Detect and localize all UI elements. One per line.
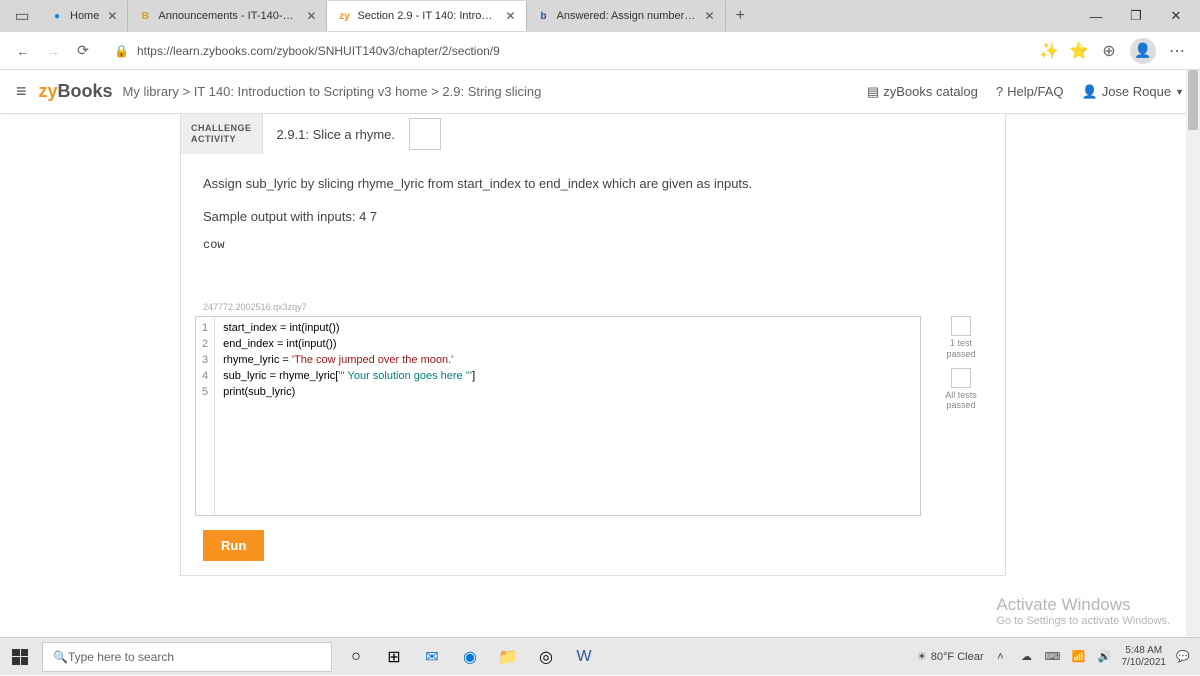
breadcrumb[interactable]: My library > IT 140: Introduction to Scr… <box>123 84 542 99</box>
zybooks-logo[interactable]: zyBooks <box>39 81 113 102</box>
tab-title: Home <box>70 10 99 22</box>
user-menu[interactable]: 👤Jose Roque▼ <box>1082 84 1185 100</box>
line-gutter: 12345 <box>196 317 215 515</box>
tab-title: Section 2.9 - IT 140: Introduction <box>357 10 497 22</box>
content-area: CHALLENGEACTIVITY 2.9.1: Slice a rhyme. … <box>0 114 1186 637</box>
challenge-title: 2.9.1: Slice a rhyme. <box>263 114 410 154</box>
tab-title: Answered: Assign number_segm <box>557 10 697 22</box>
back-button[interactable]: ← <box>8 36 38 66</box>
run-button[interactable]: Run <box>203 530 264 561</box>
close-icon[interactable]: ✕ <box>705 9 715 23</box>
close-icon[interactable]: ✕ <box>306 9 316 23</box>
edge-icon[interactable]: ◉ <box>452 639 488 675</box>
tab-bartleby[interactable]: b Answered: Assign number_segm ✕ <box>527 1 726 31</box>
chevron-up-icon[interactable]: ˄ <box>992 651 1010 663</box>
tracking-icon[interactable]: ✨ <box>1034 36 1064 66</box>
keyboard-icon[interactable]: ⌨ <box>1044 650 1062 663</box>
lock-icon: 🔒 <box>114 44 129 58</box>
favorites-icon[interactable]: ⭐ <box>1064 36 1094 66</box>
clock[interactable]: 5:48 AM7/10/2021 <box>1122 645 1167 669</box>
wifi-icon[interactable]: 📶 <box>1070 650 1088 663</box>
collections-icon[interactable]: ⊕ <box>1094 36 1124 66</box>
test-all-box <box>951 368 971 388</box>
close-icon[interactable]: ✕ <box>107 9 117 23</box>
menu-button[interactable]: ⋯ <box>1162 36 1192 66</box>
onedrive-icon[interactable]: ☁ <box>1018 650 1036 663</box>
tab-announcements[interactable]: B Announcements - IT-140-J6182 ✕ <box>128 1 327 31</box>
close-icon[interactable]: ✕ <box>505 9 515 23</box>
zybooks-header: ≡ zyBooks My library > IT 140: Introduct… <box>0 70 1200 114</box>
url-input[interactable]: 🔒 https://learn.zybooks.com/zybook/SNHUI… <box>104 37 1028 65</box>
taskbar-search[interactable]: 🔍 Type here to search <box>42 642 332 672</box>
browser-titlebar: ▭ ● Home ✕ B Announcements - IT-140-J618… <box>0 0 1200 32</box>
tab-zybooks[interactable]: zy Section 2.9 - IT 140: Introduction ✕ <box>327 1 526 31</box>
chrome-icon[interactable]: ◎ <box>528 639 564 675</box>
catalog-link[interactable]: ▤zyBooks catalog <box>867 84 978 100</box>
search-icon: 🔍 <box>53 650 68 664</box>
start-button[interactable] <box>0 638 40 676</box>
sample-label: Sample output with inputs: 4 7 <box>203 209 983 224</box>
code-content[interactable]: start_index = int(input()) end_index = i… <box>215 317 483 515</box>
refresh-button[interactable]: ⟳ <box>68 36 98 66</box>
task-view-icon[interactable]: ⊞ <box>376 639 412 675</box>
word-icon[interactable]: W <box>566 639 602 675</box>
mail-icon[interactable]: ✉ <box>414 639 450 675</box>
cortana-icon[interactable]: ○ <box>338 639 374 675</box>
activity-hash: 247772.2002516.qx3zqy7 <box>203 302 983 312</box>
test1-box <box>951 316 971 336</box>
sample-output: cow <box>203 238 983 252</box>
tab-favicon: B <box>138 9 152 23</box>
windows-taskbar: 🔍 Type here to search ○ ⊞ ✉ ◉ 📁 ◎ W ☀80°… <box>0 637 1200 675</box>
progress-box <box>409 118 441 150</box>
weather-widget[interactable]: ☀80°F Clear <box>917 650 984 663</box>
minimize-button[interactable]: — <box>1076 0 1116 32</box>
tab-title: Announcements - IT-140-J6182 <box>158 10 298 22</box>
tab-manager-icon[interactable]: ▭ <box>12 6 32 26</box>
explorer-icon[interactable]: 📁 <box>490 639 526 675</box>
tab-home[interactable]: ● Home ✕ <box>40 1 128 31</box>
address-bar: ← → ⟳ 🔒 https://learn.zybooks.com/zybook… <box>0 32 1200 70</box>
notifications-icon[interactable]: 💬 <box>1174 650 1192 663</box>
volume-icon[interactable]: 🔊 <box>1096 650 1114 663</box>
code-editor[interactable]: 12345 start_index = int(input()) end_ind… <box>195 316 921 516</box>
challenge-label: CHALLENGEACTIVITY <box>181 114 263 154</box>
close-window-button[interactable]: ✕ <box>1156 0 1196 32</box>
page-scrollbar[interactable] <box>1186 70 1200 637</box>
help-link[interactable]: ?Help/FAQ <box>996 84 1064 99</box>
challenge-card: CHALLENGEACTIVITY 2.9.1: Slice a rhyme. … <box>180 114 1006 576</box>
maximize-button[interactable]: ❐ <box>1116 0 1156 32</box>
new-tab-button[interactable]: + <box>726 7 755 25</box>
instruction-text: Assign sub_lyric by slicing rhyme_lyric … <box>203 176 983 191</box>
profile-avatar[interactable]: 👤 <box>1130 38 1156 64</box>
test-status: 1 testpassed All testspassed <box>931 316 991 516</box>
tab-favicon: ● <box>50 9 64 23</box>
tab-favicon: b <box>537 9 551 23</box>
forward-button[interactable]: → <box>38 36 68 66</box>
tab-favicon: zy <box>337 9 351 23</box>
hamburger-icon[interactable]: ≡ <box>16 81 27 102</box>
url-text: https://learn.zybooks.com/zybook/SNHUIT1… <box>137 44 500 58</box>
